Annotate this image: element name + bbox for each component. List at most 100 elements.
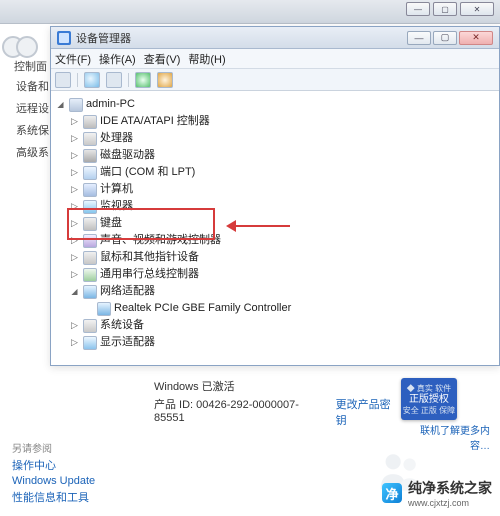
toolbar-scan-icon[interactable] xyxy=(157,72,173,88)
display-adapter-icon xyxy=(83,336,97,350)
toolbar-refresh-icon[interactable] xyxy=(135,72,151,88)
left-sidebar: 设备和 远程设 系统保 高级系 xyxy=(12,78,48,160)
tree-root[interactable]: admin-PC xyxy=(55,96,495,113)
cat-label: 键盘 xyxy=(100,216,122,231)
cat-label: 系统设备 xyxy=(100,318,144,333)
link-windows-update[interactable]: Windows Update xyxy=(12,475,95,487)
sidebar-item-remote[interactable]: 远程设 xyxy=(12,100,48,116)
bg-close-button[interactable]: ✕ xyxy=(460,2,494,16)
genuine-badge[interactable]: ◆ 真实 软件 正版授权 安全 正版 保障 xyxy=(401,378,457,420)
expander-icon[interactable] xyxy=(69,269,80,280)
bg-minimize-button[interactable]: — xyxy=(406,2,430,16)
disk-icon xyxy=(83,149,97,163)
watermark: 净 纯净系统之家 www.cjxtzj.com xyxy=(382,478,492,508)
tree-root-label: admin-PC xyxy=(86,97,135,112)
menu-file[interactable]: 文件(F) xyxy=(55,51,91,67)
device-label: Realtek PCIe GBE Family Controller xyxy=(114,301,291,316)
activation-status: Windows 已激活 xyxy=(154,378,401,394)
link-perf-tools[interactable]: 性能信息和工具 xyxy=(12,489,95,505)
cat-ide-atapi[interactable]: IDE ATA/ATAPI 控制器 xyxy=(69,113,495,130)
sidebar-item-advanced[interactable]: 高级系 xyxy=(12,144,48,160)
cat-keyboard[interactable]: 键盘 xyxy=(69,215,495,232)
expander-icon[interactable] xyxy=(69,218,80,229)
cat-label: 声音、视频和游戏控制器 xyxy=(100,233,221,248)
window-title: 设备管理器 xyxy=(76,30,131,46)
cat-monitor[interactable]: 监视器 xyxy=(69,198,495,215)
expander-icon[interactable] xyxy=(69,252,80,263)
sidebar-item-label: 系统保 xyxy=(16,122,49,138)
cat-sound[interactable]: 声音、视频和游戏控制器 xyxy=(69,232,495,249)
device-tree[interactable]: admin-PC IDE ATA/ATAPI 控制器 处理器 xyxy=(53,92,497,363)
sidebar-item-devices[interactable]: 设备和 xyxy=(12,78,48,94)
expander-icon[interactable] xyxy=(69,286,80,297)
toolbar-divider xyxy=(77,73,78,87)
cat-usb[interactable]: 通用串行总线控制器 xyxy=(69,266,495,283)
cat-computer[interactable]: 计算机 xyxy=(69,181,495,198)
cat-label: 显示适配器 xyxy=(100,335,155,350)
expander-icon[interactable] xyxy=(69,167,80,178)
sidebar-item-sysprotect[interactable]: 系统保 xyxy=(12,122,48,138)
menu-view[interactable]: 查看(V) xyxy=(144,51,181,67)
minimize-button[interactable]: — xyxy=(407,31,431,45)
toolbar-list-icon[interactable] xyxy=(106,72,122,88)
pc-icon xyxy=(83,183,97,197)
bg-maximize-button[interactable]: ▢ xyxy=(433,2,457,16)
badge-main: 正版授权 xyxy=(409,394,449,405)
device-manager-window: 设备管理器 — ▢ ✕ 文件(F) 操作(A) 查看(V) 帮助(H) admi… xyxy=(50,26,500,366)
control-panel-label: 控制面 xyxy=(14,58,47,74)
monitor-icon xyxy=(83,200,97,214)
expander-icon[interactable] xyxy=(69,337,80,348)
toolbar xyxy=(51,69,499,91)
port-icon xyxy=(83,166,97,180)
expander-icon[interactable] xyxy=(69,201,80,212)
cat-system[interactable]: 系统设备 xyxy=(69,317,495,334)
expander-icon[interactable] xyxy=(55,99,66,110)
cat-com[interactable]: 端口 (COM 和 LPT) xyxy=(69,164,495,181)
expander-icon[interactable] xyxy=(69,150,80,161)
expander-icon[interactable] xyxy=(69,235,80,246)
product-id: 产品 ID: 00426-292-0000007-85551 xyxy=(154,396,328,428)
change-product-key-link[interactable]: 更改产品密钥 xyxy=(336,396,401,428)
background-window-titlebar: — ▢ ✕ xyxy=(0,0,500,24)
watermark-logo-icon: 净 xyxy=(382,483,402,503)
cat-network[interactable]: 网络适配器 xyxy=(69,283,495,300)
controller-icon xyxy=(83,115,97,129)
maximize-button[interactable]: ▢ xyxy=(433,31,457,45)
cat-label: 计算机 xyxy=(100,182,133,197)
cat-mouse[interactable]: 鼠标和其他指针设备 xyxy=(69,249,495,266)
cat-label: 通用串行总线控制器 xyxy=(100,267,199,282)
sidebar-item-label: 远程设 xyxy=(16,100,49,116)
cat-disk[interactable]: 磁盘驱动器 xyxy=(69,147,495,164)
toolbar-divider xyxy=(128,73,129,87)
cat-cpu[interactable]: 处理器 xyxy=(69,130,495,147)
speaker-icon xyxy=(83,234,97,248)
chip-icon xyxy=(83,319,97,333)
badge-sub: 安全 正版 保障 xyxy=(403,405,455,416)
link-action-center[interactable]: 操作中心 xyxy=(12,457,95,473)
badge-top: ◆ 真实 软件 xyxy=(407,383,451,394)
expander-icon[interactable] xyxy=(69,184,80,195)
cat-label: IDE ATA/ATAPI 控制器 xyxy=(100,114,210,129)
usb-icon xyxy=(83,268,97,282)
expander-icon[interactable] xyxy=(69,116,80,127)
keyboard-icon xyxy=(83,217,97,231)
forward-button-icon[interactable] xyxy=(16,36,38,58)
sidebar-item-label: 设备和 xyxy=(16,78,49,94)
device-realtek-nic[interactable]: Realtek PCIe GBE Family Controller xyxy=(83,300,495,317)
expander-icon[interactable] xyxy=(69,133,80,144)
close-button[interactable]: ✕ xyxy=(459,31,493,45)
expander-icon[interactable] xyxy=(69,320,80,331)
mouse-icon xyxy=(83,251,97,265)
cat-label: 鼠标和其他指针设备 xyxy=(100,250,199,265)
cat-display[interactable]: 显示适配器 xyxy=(69,334,495,351)
cat-label: 端口 (COM 和 LPT) xyxy=(100,165,195,180)
menu-help[interactable]: 帮助(H) xyxy=(188,51,225,67)
sidebar-item-label: 高级系 xyxy=(16,144,49,160)
toolbar-computer-icon[interactable] xyxy=(84,72,100,88)
watermark-name: 纯净系统之家 xyxy=(408,480,492,496)
menu-action[interactable]: 操作(A) xyxy=(99,51,136,67)
cat-label: 处理器 xyxy=(100,131,133,146)
also-see-section: 另请参阅 操作中心 Windows Update 性能信息和工具 xyxy=(12,440,95,505)
cat-label: 网络适配器 xyxy=(100,284,155,299)
toolbar-properties-icon[interactable] xyxy=(55,72,71,88)
